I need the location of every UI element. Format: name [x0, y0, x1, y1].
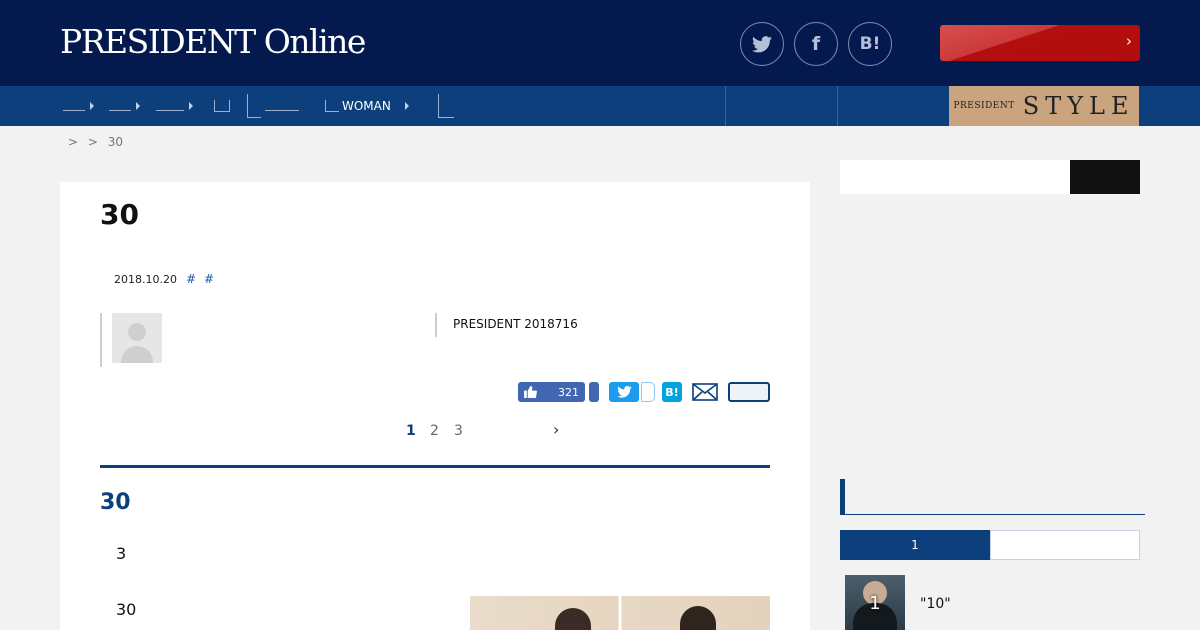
article-tag[interactable]: # [186, 272, 196, 286]
chevron-right-icon: › [1126, 32, 1132, 50]
article-card [60, 182, 810, 630]
source-divider [435, 313, 437, 337]
search-input[interactable] [840, 160, 1070, 194]
mail-share-button[interactable] [692, 382, 718, 402]
avatar-head [128, 323, 146, 341]
page-link-1[interactable]: 1 [406, 423, 416, 439]
facebook-like-button[interactable]: 321 [518, 382, 585, 402]
article-paragraph: 3 [116, 544, 127, 563]
author-divider [100, 313, 102, 367]
section-divider [100, 465, 770, 468]
article-paragraph: 30 [116, 600, 137, 619]
twitter-icon [616, 386, 632, 398]
caret-right-icon [136, 102, 140, 110]
chevron-right-icon[interactable]: › [553, 420, 559, 439]
photo-person [680, 606, 716, 630]
page-link-3[interactable]: 3 [454, 423, 463, 439]
facebook-button[interactable]: f [794, 22, 838, 66]
caret-right-icon [404, 102, 409, 110]
nav-item-2[interactable] [109, 86, 140, 126]
facebook-share-button[interactable] [589, 382, 599, 402]
ranking-item-title[interactable]: "10" [920, 596, 951, 612]
article-source: PRESIDENT 2018716 [453, 317, 578, 331]
nav-item-4[interactable] [214, 86, 230, 126]
article-photo [470, 596, 770, 630]
site-header: PRESIDENT Online f B! › [0, 0, 1200, 86]
ranking-tab-1[interactable]: 1 [840, 530, 990, 560]
ranking-header [840, 479, 1145, 515]
page-link-2[interactable]: 2 [430, 423, 439, 439]
twitter-button[interactable] [740, 22, 784, 66]
nav-item-1[interactable] [63, 86, 94, 126]
style-banner-big: STYLE [1022, 92, 1135, 120]
avatar-body [121, 346, 153, 363]
hatena-bookmark-button[interactable]: B! [848, 22, 892, 66]
ranking-tab-2[interactable] [990, 530, 1140, 560]
hatena-bookmark-button[interactable]: B! [662, 382, 682, 402]
section-title: 30 [100, 490, 131, 515]
facebook-icon: f [811, 33, 821, 55]
login-button[interactable]: › [940, 25, 1140, 61]
nav-divider [837, 86, 838, 126]
site-logo[interactable]: PRESIDENT Online [60, 22, 366, 61]
caret-right-icon [189, 102, 193, 110]
nav-item-7[interactable] [438, 86, 454, 126]
like-count: 321 [558, 385, 579, 399]
ranking-number: 1 [869, 593, 881, 614]
nav-item-5[interactable] [247, 86, 299, 126]
nav-item-woman[interactable]: WOMAN [325, 86, 409, 126]
print-button[interactable] [728, 382, 770, 402]
nav-item-label: WOMAN [342, 99, 391, 113]
tweet-button[interactable] [609, 382, 639, 402]
article-date: 2018.10.20 [114, 273, 177, 286]
tweet-count [641, 382, 655, 402]
hatena-bookmark-icon: B! [665, 385, 679, 399]
twitter-icon [752, 35, 772, 52]
photo-person [555, 608, 591, 630]
search-button[interactable] [1070, 160, 1140, 194]
style-banner-small: PRESIDENT [953, 101, 1015, 111]
breadcrumb: > > 30 [68, 135, 124, 149]
article-tag[interactable]: # [204, 272, 214, 286]
nav-item-3[interactable] [156, 86, 193, 126]
mail-icon [692, 383, 718, 401]
author-avatar[interactable] [112, 313, 162, 363]
nav-divider [725, 86, 726, 126]
article-title: 30 [100, 198, 139, 231]
hatena-bookmark-icon: B! [859, 34, 881, 54]
president-style-banner[interactable]: PRESIDENT STYLE [949, 86, 1139, 126]
caret-right-icon [90, 102, 94, 110]
thumbs-up-icon [524, 386, 537, 398]
